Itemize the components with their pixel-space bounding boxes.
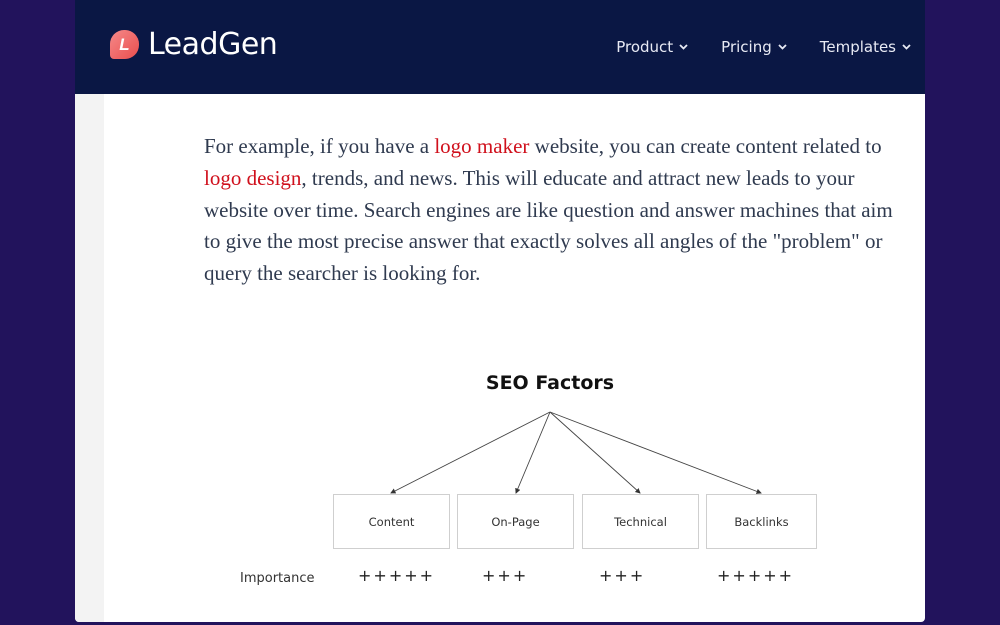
factor-box-backlinks: Backlinks	[706, 494, 817, 549]
arrow-on-page	[515, 411, 551, 494]
page-frame: L LeadGen Product Pricing Templates For …	[75, 0, 925, 622]
arrow-content	[390, 411, 551, 494]
nav-product-label: Product	[616, 38, 674, 56]
importance-label: Importance	[240, 571, 315, 586]
importance-on-page: +++	[482, 566, 529, 585]
nav-pricing[interactable]: Pricing	[721, 38, 787, 56]
text-segment: For example, if you have a	[204, 134, 435, 158]
importance-technical: +++	[599, 566, 646, 585]
main-nav: Product Pricing Templates	[583, 38, 911, 56]
factor-box-technical: Technical	[582, 494, 699, 549]
importance-backlinks: +++++	[717, 566, 795, 585]
logo[interactable]: L LeadGen	[110, 27, 278, 62]
navbar: L LeadGen Product Pricing Templates	[75, 0, 925, 94]
nav-templates-label: Templates	[819, 38, 896, 56]
diagram-arrows	[390, 411, 762, 494]
link-logo-design[interactable]: logo design	[204, 166, 301, 190]
nav-pricing-label: Pricing	[721, 38, 772, 56]
arrow-technical	[549, 411, 641, 494]
factor-box-content: Content	[333, 494, 450, 549]
link-logo-maker[interactable]: logo maker	[434, 134, 529, 158]
chevron-down-icon	[679, 44, 688, 50]
importance-content: +++++	[358, 566, 436, 585]
arrow-backlinks	[549, 411, 762, 494]
logo-icon: L	[110, 30, 139, 59]
brand-name: LeadGen	[148, 27, 278, 62]
chevron-down-icon	[902, 44, 911, 50]
text-segment: website, you can create content related …	[529, 134, 882, 158]
nav-product[interactable]: Product	[616, 38, 688, 56]
article-paragraph: For example, if you have a logo maker we…	[204, 131, 894, 290]
chevron-down-icon	[778, 44, 787, 50]
factor-box-on-page: On-Page	[457, 494, 574, 549]
seo-factors-diagram: SEO Factors Content On-Page Technical Ba…	[225, 360, 925, 610]
left-gutter	[75, 94, 104, 622]
text-segment: , trends, and news. This will educate an…	[204, 165, 893, 286]
nav-templates[interactable]: Templates	[820, 38, 911, 56]
